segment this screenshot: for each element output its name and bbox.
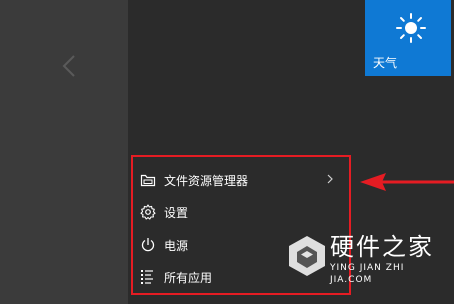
all-apps-list-icon — [140, 269, 156, 285]
file-explorer-icon — [140, 172, 156, 188]
watermark-url: YING JIAN ZHI JIA.COM — [330, 263, 405, 285]
watermark: 硬件之家 YING JIAN ZHI JIA.COM — [286, 232, 446, 285]
red-arrow-annotation — [360, 173, 454, 191]
gear-icon — [140, 204, 156, 220]
menu-item-file-explorer[interactable]: 文件资源管理器 — [140, 166, 340, 194]
menu-item-label: 电源 — [164, 238, 189, 253]
power-icon — [140, 237, 156, 253]
desktop-background — [0, 0, 128, 304]
watermark-name: 硬件之家 — [330, 233, 434, 261]
menu-item-label: 文件资源管理器 — [164, 173, 249, 188]
chevron-right-icon[interactable] — [326, 173, 334, 185]
menu-item-label: 所有应用 — [164, 270, 213, 285]
weather-tile[interactable]: 天气 — [365, 0, 451, 76]
menu-item-settings[interactable]: 设置 — [140, 198, 340, 226]
menu-item-label: 设置 — [164, 205, 189, 220]
back-arrow-icon[interactable] — [56, 50, 84, 82]
weather-tile-label: 天气 — [373, 56, 398, 70]
sun-icon — [396, 13, 426, 43]
watermark-logo-icon — [289, 236, 325, 276]
